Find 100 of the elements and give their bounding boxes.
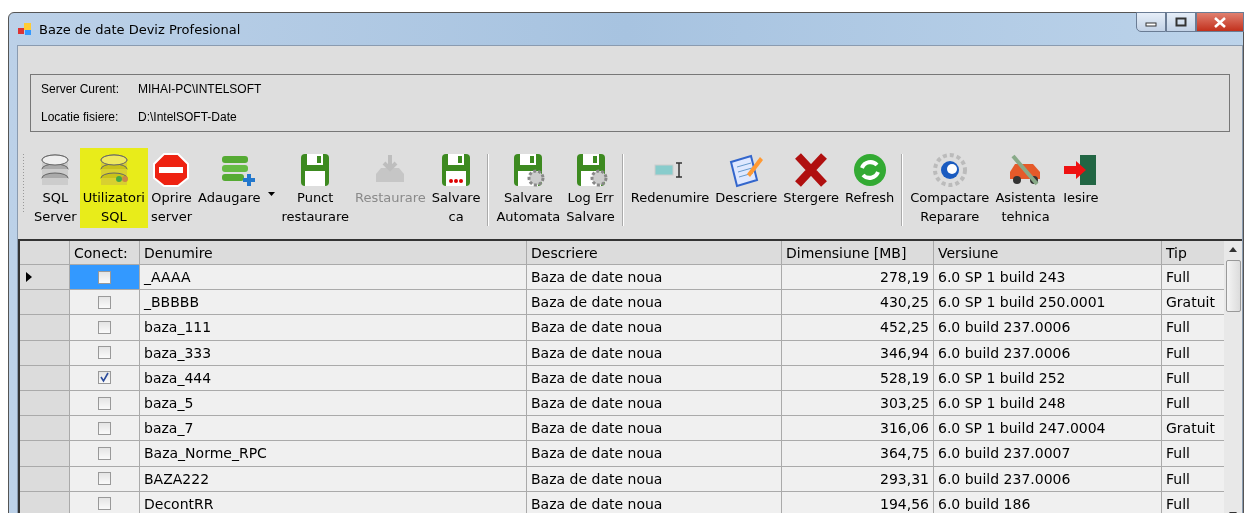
row-header-cell[interactable] xyxy=(20,441,70,467)
checkbox[interactable] xyxy=(98,371,111,385)
table-cell: Baza de date noua xyxy=(527,416,782,442)
row-header-cell[interactable] xyxy=(20,365,70,391)
table-cell: Baza_Norme_RPC xyxy=(140,441,527,467)
table-cell: 6.0 build 237.0007 xyxy=(934,441,1162,467)
table-cell: 6.0 SP 1 build 252 xyxy=(934,365,1162,391)
table-cell: 6.0 SP 1 build 248 xyxy=(934,390,1162,417)
scroll-up-icon[interactable] xyxy=(1229,247,1237,252)
column-header[interactable]: Denumire xyxy=(140,241,527,265)
toolbar-button[interactable]: Compactare Reparare xyxy=(907,148,993,228)
toolbar-grip-icon xyxy=(22,154,25,214)
toolbar-button[interactable]: Punct restaurare xyxy=(278,148,352,228)
row-header-cell[interactable] xyxy=(20,416,70,442)
toolbar-button[interactable]: Oprire server xyxy=(147,148,196,228)
table-cell: 6.0 build 237.0006 xyxy=(934,340,1162,366)
table-cell[interactable] xyxy=(70,365,140,391)
checkbox[interactable] xyxy=(98,320,111,334)
column-header[interactable]: Descriere xyxy=(527,241,782,265)
row-header-cell[interactable] xyxy=(20,390,70,417)
gear-icon xyxy=(930,152,969,188)
table-cell: Baza de date noua xyxy=(527,491,782,513)
table-cell[interactable] xyxy=(70,466,140,492)
row-header-cell xyxy=(20,241,70,265)
table-cell[interactable] xyxy=(70,290,140,316)
table-cell: Baza de date noua xyxy=(527,315,782,341)
toolbar-button[interactable]: Salvare Automata xyxy=(493,148,564,228)
toolbar-button[interactable]: Asistenta tehnica xyxy=(992,148,1059,228)
table-cell: Baza de date noua xyxy=(527,466,782,492)
column-header[interactable]: Versiune xyxy=(934,241,1162,265)
table-cell: 293,31 xyxy=(782,466,934,492)
info-label: Locatie fisiere: xyxy=(41,110,120,124)
row-header-cell[interactable] xyxy=(20,466,70,492)
toolbar-button[interactable]: Utilizatori SQL xyxy=(79,148,148,228)
row-header-cell[interactable] xyxy=(20,265,70,291)
checkbox[interactable] xyxy=(98,346,111,360)
row-header-cell[interactable] xyxy=(20,491,70,513)
table-cell: 6.0 SP 1 build 250.0001 xyxy=(934,290,1162,316)
caret-icon xyxy=(268,192,276,196)
table-cell[interactable] xyxy=(70,340,140,366)
toolbar-button[interactable]: Descriere xyxy=(712,148,781,209)
toolbar-button[interactable]: SQL Server xyxy=(31,148,80,228)
table-cell: 6.0 build 237.0006 xyxy=(934,466,1162,492)
checkbox[interactable] xyxy=(98,497,111,511)
table-cell: Baza de date noua xyxy=(527,441,782,467)
checkbox[interactable] xyxy=(98,270,111,284)
table-cell: _AAAA xyxy=(140,265,527,291)
table-cell: 528,19 xyxy=(782,365,934,391)
table-cell: baza_5 xyxy=(140,390,527,417)
current-row-icon xyxy=(26,272,32,283)
table-cell: 6.0 SP 1 build 247.0004 xyxy=(934,416,1162,442)
scrollbar-thumb[interactable] xyxy=(1225,260,1241,312)
table-cell: 430,25 xyxy=(782,290,934,316)
row-header-cell[interactable] xyxy=(20,340,70,366)
table-cell: DecontRR xyxy=(140,491,527,513)
vertical-scrollbar[interactable] xyxy=(1224,241,1242,513)
row-header-cell[interactable] xyxy=(20,315,70,341)
table-cell[interactable] xyxy=(70,315,140,341)
close-icon xyxy=(1213,16,1227,28)
table-cell: 452,25 xyxy=(782,315,934,341)
info-label: Server Curent: xyxy=(41,82,121,96)
toolbar-button[interactable]: Adaugare xyxy=(195,148,279,209)
table-cell: 278,19 xyxy=(782,265,934,291)
table-cell: _BBBBB xyxy=(140,290,527,316)
minimize-button[interactable] xyxy=(1136,12,1166,32)
toolbar-button[interactable]: Redenumire xyxy=(627,148,713,209)
toolbar-button[interactable]: Salvare ca xyxy=(428,148,484,228)
checkbox[interactable] xyxy=(98,421,111,435)
close-button[interactable] xyxy=(1196,12,1244,32)
table-cell: Baza de date noua xyxy=(527,265,782,291)
checkbox[interactable] xyxy=(98,295,111,309)
table-cell: 346,94 xyxy=(782,340,934,366)
info-value: D:\IntelSOFT-Date xyxy=(138,110,237,124)
maximize-icon xyxy=(1175,17,1187,27)
table-cell: 6.0 SP 1 build 243 xyxy=(934,265,1162,291)
toolbar-button[interactable]: Stergere xyxy=(780,148,843,209)
table-cell[interactable] xyxy=(70,441,140,467)
column-header[interactable]: Conect: xyxy=(70,241,140,265)
checkbox[interactable] xyxy=(98,446,111,460)
column-header[interactable]: Dimensiune [MB] xyxy=(782,241,934,265)
table-cell: Baza de date noua xyxy=(527,365,782,391)
table-cell: 6.0 build 237.0006 xyxy=(934,315,1162,341)
row-header-cell[interactable] xyxy=(20,290,70,316)
table-cell: baza_7 xyxy=(140,416,527,442)
checkbox[interactable] xyxy=(98,472,111,486)
table-cell[interactable] xyxy=(70,416,140,442)
table-cell: 364,75 xyxy=(782,441,934,467)
window-title: Baze de date Deviz Profesional xyxy=(39,21,241,37)
info-value: MIHAI-PC\INTELSOFT xyxy=(138,82,262,96)
table-cell: 316,06 xyxy=(782,416,934,442)
checkbox[interactable] xyxy=(98,396,111,410)
toolbar-button[interactable]: Iesire xyxy=(1058,148,1103,209)
table-cell: baza_111 xyxy=(140,315,527,341)
table-cell[interactable] xyxy=(70,265,140,291)
toolbar-button[interactable]: Log Err Salvare xyxy=(563,148,618,228)
stop-sign-icon xyxy=(152,152,191,188)
table-cell: Baza de date noua xyxy=(527,340,782,366)
maximize-button[interactable] xyxy=(1166,12,1196,32)
table-cell[interactable] xyxy=(70,390,140,417)
toolbar-button[interactable]: Refresh xyxy=(842,148,898,209)
